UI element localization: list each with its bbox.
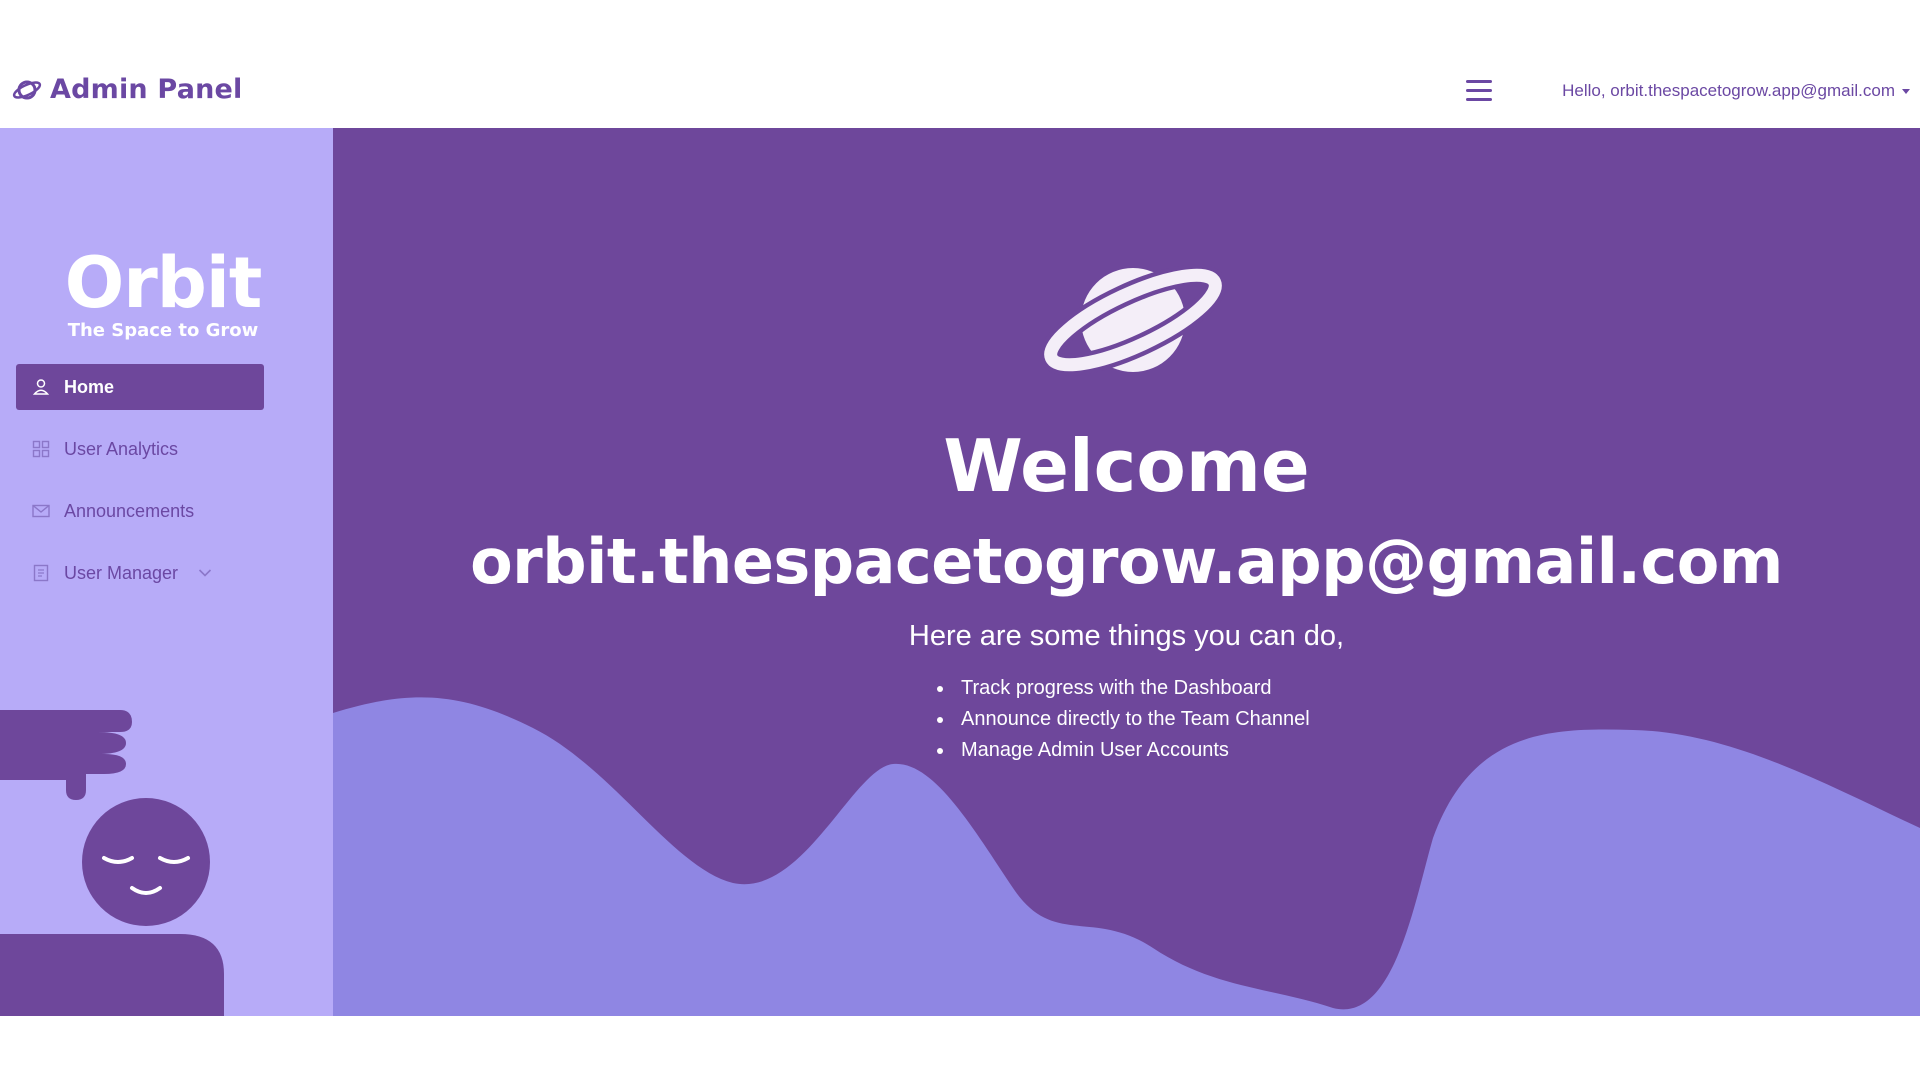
sidebar-item-home[interactable]: Home [16,364,264,410]
sidebar: Orbit The Space to Grow Home User Analyt… [0,128,333,1016]
grid-icon [32,440,50,458]
user-email-heading: orbit.thespacetogrow.app@gmail.com [470,525,1783,598]
welcome-heading: Welcome [943,424,1310,508]
sidebar-item-user-analytics[interactable]: User Analytics [16,426,264,472]
planet-logo-icon [1039,264,1227,376]
logo-title: Orbit [64,242,263,324]
sidebar-logo: Orbit The Space to Grow [38,248,288,341]
envelope-icon [32,504,50,518]
planet-icon [12,80,42,99]
things-list: Track progress with the Dashboard Announ… [931,673,1310,766]
main-content: Welcome orbit.thespacetogrow.app@gmail.c… [333,128,1920,1016]
sidebar-item-user-manager[interactable]: User Manager [16,550,264,596]
caret-down-icon [1902,88,1910,94]
brand-title: Admin Panel [50,74,243,105]
sidebar-item-label: Announcements [64,500,195,521]
hamburger-menu-icon[interactable] [1466,80,1492,102]
user-icon [32,379,50,395]
user-dropdown[interactable]: Hello, orbit.thespacetogrow.app@gmail.co… [1562,81,1910,101]
chevron-down-icon[interactable] [198,568,212,578]
document-icon [33,564,49,582]
sidebar-item-announcements[interactable]: Announcements [16,488,264,534]
logo-subtitle: The Space to Grow [67,320,259,341]
sidebar-item-label: User Analytics [64,438,179,459]
user-greeting: Hello, orbit.thespacetogrow.app@gmail.co… [1562,81,1895,100]
meditating-person-illustration [0,710,224,1016]
brand-link[interactable]: Admin Panel [12,74,243,105]
list-item: Announce directly to the Team Channel [955,704,1310,735]
sidebar-item-label: Home [64,376,115,397]
admin-app: Admin Panel Hello, orbit.thespacetogrow.… [0,0,1920,1080]
top-navbar: Admin Panel Hello, orbit.thespacetogrow.… [0,60,1920,128]
sidebar-item-label: User Manager [64,562,179,583]
things-subtitle: Here are some things you can do, [908,620,1345,652]
list-item: Manage Admin User Accounts [955,735,1310,766]
list-item: Track progress with the Dashboard [955,673,1310,704]
